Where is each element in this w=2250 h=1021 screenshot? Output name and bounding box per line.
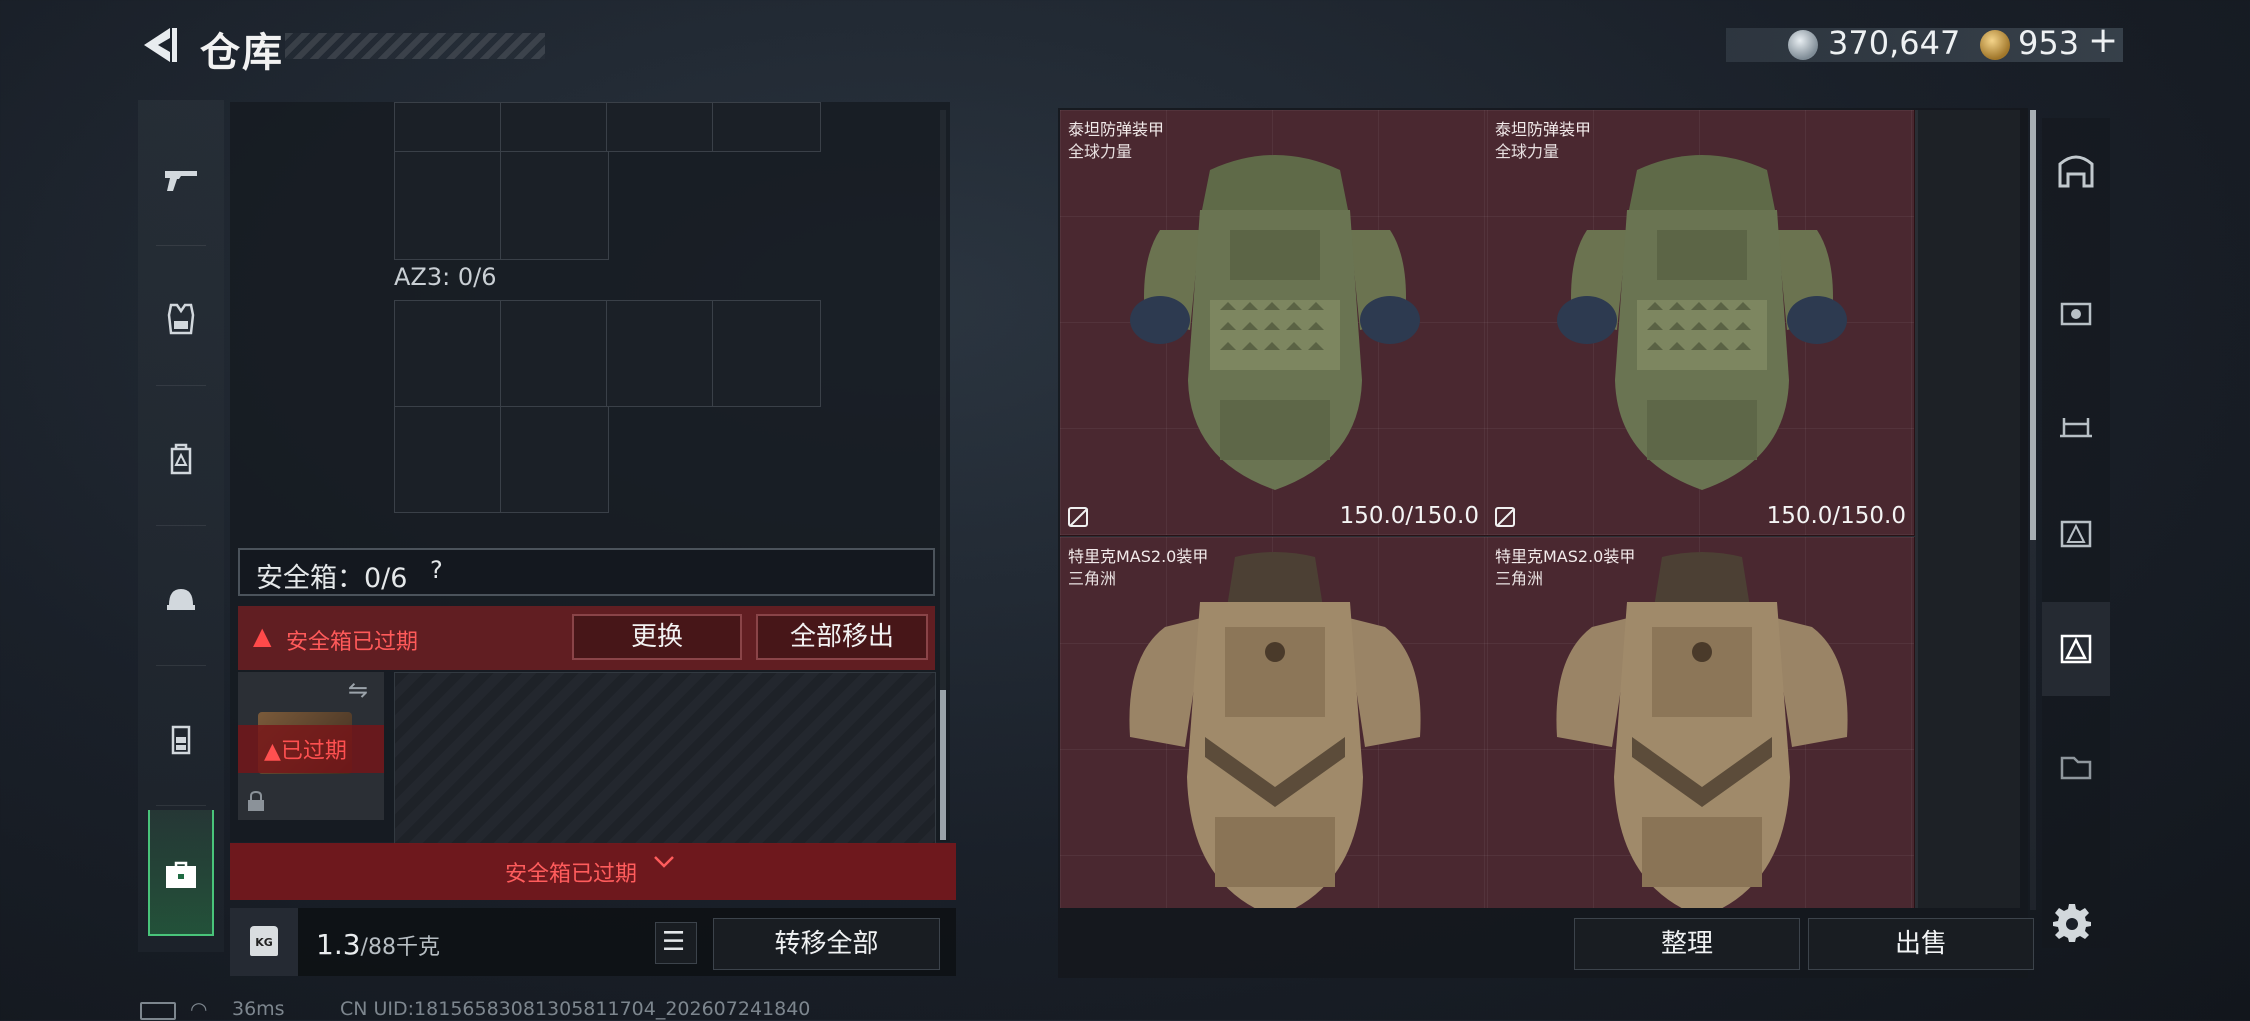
storage-g-icon bbox=[2060, 634, 2092, 664]
armor-vest-image bbox=[1557, 155, 1847, 490]
helmet-icon bbox=[167, 589, 195, 610]
weight-unit: /88千克 bbox=[360, 935, 440, 960]
briefcase-icon bbox=[166, 861, 196, 888]
storage-i-icon bbox=[2060, 756, 2092, 780]
warning-icon: ▲ bbox=[264, 739, 281, 764]
storage-grid[interactable]: 泰坦防弹装甲 全球力量 150.0/150.0 泰坦防弹装甲 全球力量 150.… bbox=[1060, 110, 2020, 908]
item-faction: 三角洲 bbox=[1495, 569, 1544, 588]
item-name: 泰坦防弹装甲 bbox=[1495, 120, 1592, 139]
case-expired-tag: ▲已过期 bbox=[264, 733, 347, 765]
safe-box-expired-text: 安全箱已过期 bbox=[286, 630, 419, 655]
silver-coin-icon bbox=[1788, 30, 1818, 60]
backpack-icon bbox=[170, 443, 192, 475]
storage-tab-main[interactable] bbox=[2042, 124, 2110, 218]
pistol-icon bbox=[165, 171, 197, 191]
storage-item[interactable]: 泰坦防弹装甲 全球力量 150.0/150.0 bbox=[1060, 110, 1488, 536]
title-decoration bbox=[285, 33, 545, 59]
weight-current: 1.3 bbox=[316, 928, 361, 961]
storage-tab-g[interactable] bbox=[2042, 602, 2110, 696]
transfer-all-button[interactable]: 转移全部 bbox=[713, 918, 940, 970]
rig-icon bbox=[171, 725, 191, 755]
sidebar-item-rig[interactable] bbox=[138, 676, 224, 806]
item-name: 特里克MAS2.0装甲 bbox=[1495, 547, 1636, 566]
item-name: 特里克MAS2.0装甲 bbox=[1068, 547, 1209, 566]
loadout-scroll-thumb[interactable] bbox=[940, 690, 946, 840]
sell-button[interactable]: 出售 bbox=[1808, 918, 2034, 970]
warning-icon: ▲ bbox=[253, 622, 272, 650]
armor-vest-image bbox=[1556, 552, 1848, 908]
grid-cell[interactable] bbox=[606, 102, 713, 152]
safe-box-label: 安全箱：0/6 bbox=[256, 563, 408, 594]
sidebar-item-backpack[interactable] bbox=[138, 396, 224, 526]
help-icon[interactable]: ? bbox=[430, 556, 443, 584]
storage-item[interactable]: 特里克MAS2.0装甲 三角洲 bbox=[1487, 537, 1915, 908]
grid-cell[interactable] bbox=[500, 102, 607, 152]
vest-icon bbox=[167, 303, 195, 335]
list-icon: ☰ bbox=[662, 927, 686, 957]
safe-box-expired-bar-text: 安全箱已过期 bbox=[505, 862, 638, 887]
wifi-icon: ◠ bbox=[190, 997, 208, 1021]
storage-iv-icon bbox=[2060, 302, 2092, 326]
no-trade-icon bbox=[1495, 507, 1515, 527]
page-title: 仓库 bbox=[200, 30, 284, 76]
ping-text: 36ms bbox=[232, 998, 285, 1020]
sidebar-item-weapons[interactable] bbox=[138, 116, 224, 246]
item-faction: 三角洲 bbox=[1068, 569, 1117, 588]
no-trade-icon bbox=[1068, 507, 1088, 527]
gear-icon[interactable] bbox=[2052, 902, 2092, 942]
grid-cell[interactable] bbox=[394, 102, 501, 152]
empty-slot-column[interactable] bbox=[1918, 110, 2020, 908]
add-gold-button[interactable]: + bbox=[2088, 20, 2118, 61]
az3-grid-cell[interactable] bbox=[606, 300, 713, 407]
silver-coin-amount: 370,647 bbox=[1828, 24, 1961, 62]
replace-button[interactable]: 更换 bbox=[572, 614, 742, 660]
storage-ii-icon bbox=[2060, 520, 2092, 548]
uid-text: CN UID:18156583081305811704_202607241840 bbox=[340, 998, 811, 1020]
gold-coin-amount: 953 bbox=[2018, 24, 2080, 62]
az3-grid-cell[interactable] bbox=[394, 300, 501, 407]
item-durability: 150.0/150.0 bbox=[1339, 503, 1479, 529]
storage-iii-icon bbox=[2060, 418, 2092, 438]
armor-vest-image bbox=[1130, 155, 1420, 490]
item-name: 泰坦防弹装甲 bbox=[1068, 120, 1165, 139]
item-faction: 全球力量 bbox=[1068, 142, 1133, 161]
back-button[interactable] bbox=[136, 22, 182, 68]
storage-item[interactable]: 特里克MAS2.0装甲 三角洲 bbox=[1060, 537, 1488, 908]
safe-box-grid[interactable] bbox=[394, 672, 936, 844]
swap-icon[interactable]: ⇋ bbox=[348, 676, 368, 704]
vault-icon bbox=[2058, 155, 2094, 188]
sidebar-item-helmet[interactable] bbox=[138, 536, 224, 666]
lock-icon bbox=[248, 790, 264, 811]
az3-grid-cell[interactable] bbox=[394, 406, 501, 513]
storage-scroll-thumb[interactable] bbox=[2030, 110, 2036, 540]
weight-value: 1.3/88千克 bbox=[316, 928, 440, 961]
gold-coin-icon bbox=[1980, 30, 2010, 60]
storage-tab-1[interactable] bbox=[2042, 720, 2110, 814]
storage-tab-3[interactable] bbox=[2042, 380, 2110, 474]
item-durability: 150.0/150.0 bbox=[1766, 503, 1906, 529]
storage-item[interactable]: 泰坦防弹装甲 全球力量 150.0/150.0 bbox=[1487, 110, 1915, 536]
sort-button[interactable]: 整理 bbox=[1574, 918, 1800, 970]
grid-cell[interactable] bbox=[394, 151, 501, 260]
az3-container-label: AZ3: 0/6 bbox=[394, 263, 497, 291]
chevron-down-icon bbox=[654, 856, 674, 868]
move-all-out-button[interactable]: 全部移出 bbox=[756, 614, 928, 660]
az3-grid-cell[interactable] bbox=[712, 300, 821, 407]
grid-cell[interactable] bbox=[500, 151, 609, 260]
weight-icon: KG bbox=[250, 926, 278, 956]
case-expired-tag-text: 已过期 bbox=[280, 739, 347, 764]
az3-grid-cell[interactable] bbox=[500, 300, 607, 407]
armor-vest-image bbox=[1129, 552, 1421, 908]
storage-tab-4[interactable] bbox=[2042, 268, 2110, 362]
item-faction: 全球力量 bbox=[1495, 142, 1560, 161]
grid-cell[interactable] bbox=[712, 102, 821, 152]
battery-icon bbox=[140, 1002, 176, 1020]
az3-grid-cell[interactable] bbox=[500, 406, 609, 513]
sidebar-item-armor[interactable] bbox=[138, 256, 224, 386]
storage-tab-2[interactable] bbox=[2042, 488, 2110, 582]
